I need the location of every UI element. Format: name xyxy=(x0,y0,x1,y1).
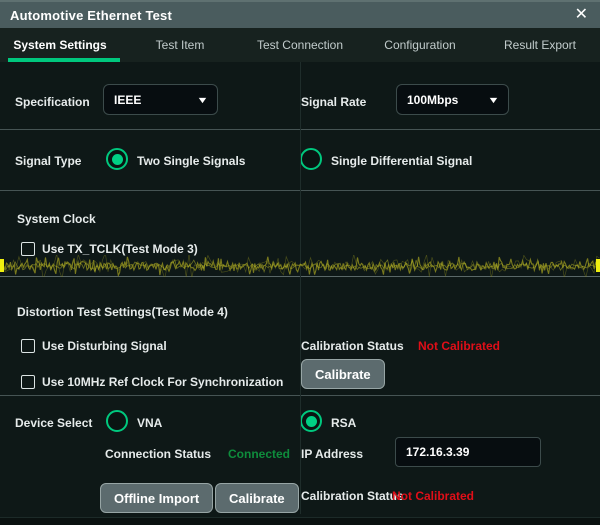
checkbox-use-10mhz-ref-clock[interactable] xyxy=(21,375,35,389)
ip-address-label: IP Address xyxy=(301,447,363,461)
tab-configuration[interactable]: Configuration xyxy=(360,28,480,62)
signal-rate-dropdown[interactable]: 100Mbps ▼ xyxy=(396,84,509,115)
ip-address-input[interactable]: 172.16.3.39 xyxy=(395,437,541,467)
dialog-bottom-edge xyxy=(0,517,600,525)
signal-type-label: Signal Type xyxy=(15,154,81,168)
radio-vna-label: VNA xyxy=(137,416,162,430)
radio-single-differential-signal[interactable] xyxy=(300,148,322,170)
connection-status-label: Connection Status xyxy=(105,447,211,461)
radio-two-single-signals-label: Two Single Signals xyxy=(137,154,245,168)
waveform-right-edge-marker xyxy=(596,259,600,272)
signal-rate-value: 100Mbps xyxy=(407,93,458,107)
system-clock-header: System Clock xyxy=(17,212,96,226)
radio-vna[interactable] xyxy=(106,410,128,432)
tab-system-settings[interactable]: System Settings xyxy=(0,28,120,62)
radio-two-single-signals[interactable] xyxy=(106,148,128,170)
distortion-calibration-status-value: Not Calibrated xyxy=(418,339,500,353)
radio-rsa-label: RSA xyxy=(331,416,356,430)
close-icon[interactable]: ✕ xyxy=(575,7,588,23)
checkbox-use-disturbing-signal[interactable] xyxy=(21,339,35,353)
distortion-calibration-status-label: Calibration Status xyxy=(301,339,404,353)
checkbox-use-tx-tclk[interactable] xyxy=(21,242,35,256)
chevron-down-icon: ▼ xyxy=(487,95,499,105)
device-calibrate-button[interactable]: Calibrate xyxy=(215,483,299,513)
device-calibration-status-label: Calibration Status xyxy=(301,489,404,503)
tab-result-export[interactable]: Result Export xyxy=(480,28,600,62)
offline-import-button[interactable]: Offline Import xyxy=(100,483,213,513)
device-calibration-status-value: Not Calibrated xyxy=(392,489,474,503)
checkbox-use-10mhz-ref-clock-label: Use 10MHz Ref Clock For Synchronization xyxy=(42,375,283,389)
checkbox-use-tx-tclk-label: Use TX_TCLK(Test Mode 3) xyxy=(42,242,198,256)
radio-single-differential-signal-label: Single Differential Signal xyxy=(331,154,472,168)
specification-label: Specification xyxy=(15,95,90,109)
dialog-title: Automotive Ethernet Test xyxy=(10,8,172,23)
waveform-left-edge-marker xyxy=(0,259,4,272)
tab-test-item[interactable]: Test Item xyxy=(120,28,240,62)
specification-value: IEEE xyxy=(114,93,141,107)
automotive-ethernet-test-dialog: Automotive Ethernet Test ✕ System Settin… xyxy=(0,0,600,525)
tab-bar: System Settings Test Item Test Connectio… xyxy=(0,28,600,62)
connection-status-value: Connected xyxy=(228,447,290,461)
title-bar: Automotive Ethernet Test ✕ xyxy=(0,0,600,28)
distortion-header: Distortion Test Settings(Test Mode 4) xyxy=(17,305,228,319)
signal-rate-label: Signal Rate xyxy=(301,95,366,109)
specification-dropdown[interactable]: IEEE ▼ xyxy=(103,84,218,115)
checkbox-use-disturbing-signal-label: Use Disturbing Signal xyxy=(42,339,167,353)
tab-test-connection[interactable]: Test Connection xyxy=(240,28,360,62)
distortion-calibrate-button[interactable]: Calibrate xyxy=(301,359,385,389)
device-select-label: Device Select xyxy=(15,416,92,430)
ip-address-value: 172.16.3.39 xyxy=(406,445,469,459)
radio-rsa[interactable] xyxy=(300,410,322,432)
chevron-down-icon: ▼ xyxy=(196,95,208,105)
vertical-divider xyxy=(300,62,301,514)
